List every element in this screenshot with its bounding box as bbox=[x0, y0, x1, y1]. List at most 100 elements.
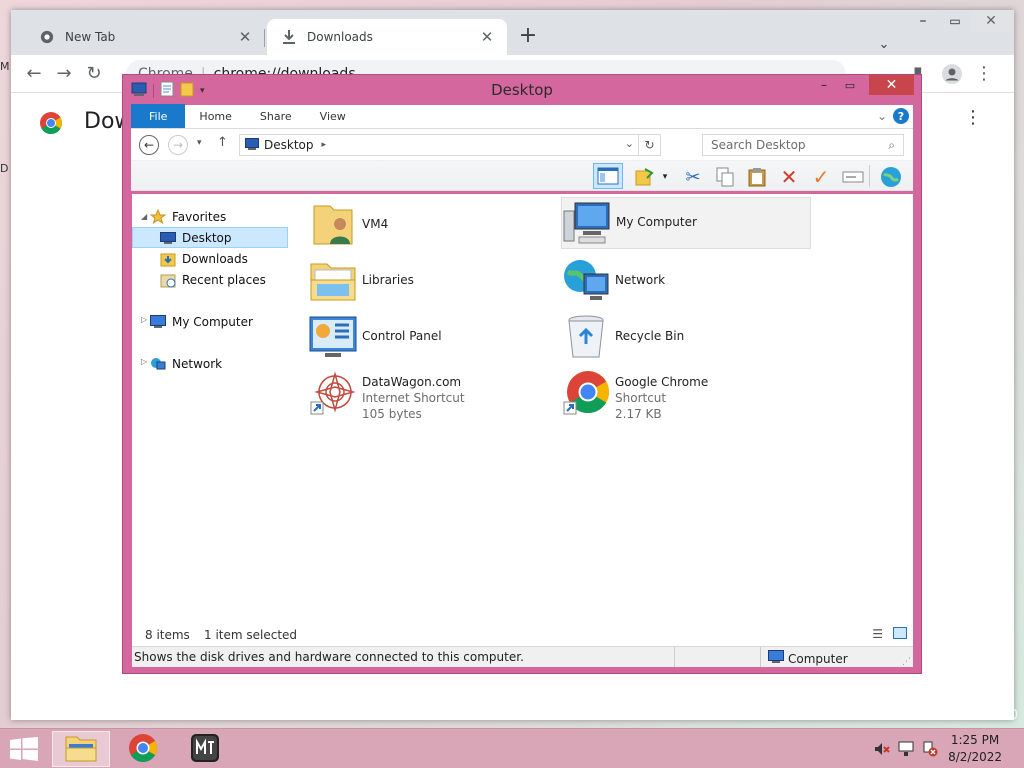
chevron-right-icon[interactable]: ▸ bbox=[322, 140, 327, 150]
navigation-pane: ◢ Favorites Desktop Downloads Recent pla… bbox=[132, 194, 295, 624]
chrome-menu-icon[interactable]: ⋮ bbox=[969, 59, 999, 89]
network-status-icon[interactable] bbox=[898, 741, 914, 760]
metatrader-icon bbox=[190, 733, 220, 766]
desktop-icon-fragment: D bbox=[0, 162, 9, 175]
tab-share[interactable]: Share bbox=[246, 104, 306, 128]
taskbar-file-explorer[interactable] bbox=[52, 731, 110, 767]
preview-pane-icon[interactable] bbox=[593, 163, 623, 189]
item-type: Shortcut bbox=[615, 391, 667, 405]
tab-new-tab[interactable]: New Tab ✕ bbox=[25, 19, 265, 55]
tab-search-button[interactable]: ⌄ bbox=[872, 33, 896, 55]
nav-label: Recent places bbox=[182, 272, 266, 287]
tab-label: Downloads bbox=[307, 30, 373, 44]
nav-desktop[interactable]: Desktop bbox=[132, 227, 288, 248]
new-tab-button[interactable]: + bbox=[516, 23, 540, 48]
file-item-recycle-bin[interactable]: Recycle Bin bbox=[561, 312, 801, 364]
separator bbox=[869, 165, 870, 187]
file-item-libraries[interactable]: Libraries bbox=[308, 256, 548, 308]
forward-button[interactable]: → bbox=[49, 59, 79, 89]
refresh-icon[interactable]: ↻ bbox=[638, 135, 660, 155]
action-center-icon[interactable] bbox=[922, 741, 938, 760]
close-tab-icon[interactable]: ✕ bbox=[479, 28, 495, 46]
computer-icon bbox=[150, 314, 166, 330]
paste-icon[interactable] bbox=[745, 165, 769, 189]
address-bar[interactable]: Desktop ▸ ⌄ ↻ bbox=[239, 134, 661, 156]
globe-icon[interactable] bbox=[879, 165, 903, 189]
close-button[interactable]: ✕ bbox=[869, 75, 914, 95]
large-icons-view-icon[interactable] bbox=[893, 627, 907, 639]
desktop-icon-fragment: M bbox=[0, 60, 10, 73]
tab-downloads[interactable]: Downloads ✕ bbox=[267, 19, 507, 55]
copy-icon[interactable] bbox=[713, 165, 737, 189]
file-item-vm4[interactable]: VM4 bbox=[308, 200, 548, 252]
nav-downloads[interactable]: Downloads bbox=[160, 248, 248, 269]
file-item-control-panel[interactable]: Control Panel bbox=[308, 312, 548, 364]
network-icon bbox=[561, 256, 611, 306]
volume-muted-icon[interactable] bbox=[874, 741, 890, 760]
nav-recent-places[interactable]: Recent places bbox=[160, 269, 266, 290]
tab-file[interactable]: File bbox=[131, 104, 186, 128]
nav-label: Downloads bbox=[182, 251, 248, 266]
collapse-arrow-icon[interactable]: ◢ bbox=[141, 212, 147, 221]
nav-my-computer[interactable]: My Computer bbox=[150, 311, 253, 332]
taskbar-metatrader[interactable] bbox=[176, 731, 234, 767]
separator bbox=[760, 647, 761, 667]
nav-label: My Computer bbox=[172, 314, 253, 329]
reload-button[interactable]: ↻ bbox=[79, 59, 109, 89]
path-segment[interactable]: Desktop bbox=[264, 138, 314, 152]
tab-view[interactable]: View bbox=[306, 104, 360, 128]
nav-network[interactable]: Network bbox=[150, 353, 222, 374]
cut-icon[interactable]: ✂ bbox=[681, 165, 705, 189]
close-tab-icon[interactable]: ✕ bbox=[237, 28, 253, 46]
nav-label: Desktop bbox=[182, 230, 232, 245]
back-button[interactable]: ← bbox=[139, 135, 159, 155]
build-watermark: Build 9600 bbox=[948, 708, 1018, 723]
item-details: DataWagon.com Internet Shortcut 105 byte… bbox=[362, 368, 465, 422]
taskbar-chrome[interactable] bbox=[114, 731, 172, 767]
details-view-icon[interactable]: ☰ bbox=[872, 627, 883, 641]
up-button[interactable]: ↑ bbox=[217, 135, 228, 150]
start-button[interactable] bbox=[10, 737, 38, 764]
forward-button[interactable]: → bbox=[168, 135, 188, 155]
item-name: My Computer bbox=[616, 215, 697, 229]
nav-favorites[interactable]: Favorites bbox=[150, 206, 226, 227]
taskbar: 1:25 PM 8/2/2022 bbox=[0, 728, 1024, 768]
chrome-logo-icon bbox=[39, 111, 63, 138]
item-name: DataWagon.com bbox=[362, 375, 462, 389]
back-button[interactable]: ← bbox=[19, 59, 49, 89]
file-item-google-chrome[interactable]: Google Chrome Shortcut 2.17 KB bbox=[561, 368, 801, 424]
file-item-datawagon[interactable]: DataWagon.com Internet Shortcut 105 byte… bbox=[308, 368, 548, 424]
item-type: Internet Shortcut bbox=[362, 391, 465, 405]
maximize-button[interactable]: ▭ bbox=[837, 75, 863, 95]
status-location-label: Computer bbox=[788, 651, 848, 666]
nav-label: Network bbox=[172, 356, 223, 371]
expand-arrow-icon[interactable]: ▷ bbox=[141, 315, 147, 324]
help-icon[interactable]: ? bbox=[893, 108, 909, 124]
rename-icon[interactable] bbox=[841, 165, 865, 189]
datawagon-shortcut-icon bbox=[308, 368, 358, 418]
dropdown-icon[interactable]: ▾ bbox=[658, 165, 672, 189]
explorer-titlebar[interactable]: ▾ Desktop – ▭ ✕ bbox=[131, 75, 914, 105]
profile-icon[interactable] bbox=[937, 59, 967, 89]
address-dropdown-icon[interactable]: ⌄ bbox=[625, 137, 634, 150]
folder-options-icon[interactable] bbox=[633, 165, 657, 189]
file-item-network[interactable]: Network bbox=[561, 256, 801, 308]
recent-locations-icon[interactable]: ▾ bbox=[197, 138, 202, 148]
expand-ribbon-icon[interactable]: ⌄ bbox=[877, 109, 887, 123]
tab-home[interactable]: Home bbox=[185, 104, 245, 128]
close-window-button[interactable]: ✕ bbox=[971, 10, 1011, 32]
search-input[interactable]: Search Desktop ⌕ bbox=[702, 134, 904, 156]
delete-icon[interactable]: ✕ bbox=[777, 165, 801, 189]
minimize-button[interactable]: – bbox=[811, 75, 837, 95]
window-title: Desktop bbox=[491, 81, 553, 99]
clock-date: 8/2/2022 bbox=[948, 750, 1002, 764]
expand-arrow-icon[interactable]: ▷ bbox=[141, 357, 147, 366]
item-name: Control Panel bbox=[362, 329, 442, 343]
minimize-button[interactable]: – bbox=[907, 10, 939, 32]
resize-grip-icon[interactable]: ⋰ bbox=[902, 657, 911, 667]
check-icon[interactable]: ✓ bbox=[809, 165, 833, 189]
maximize-button[interactable]: ▭ bbox=[939, 10, 971, 32]
system-clock[interactable]: 1:25 PM 8/2/2022 bbox=[948, 732, 1002, 766]
downloads-menu-icon[interactable]: ⋮ bbox=[964, 107, 982, 128]
file-item-my-computer[interactable]: My Computer bbox=[561, 197, 811, 249]
